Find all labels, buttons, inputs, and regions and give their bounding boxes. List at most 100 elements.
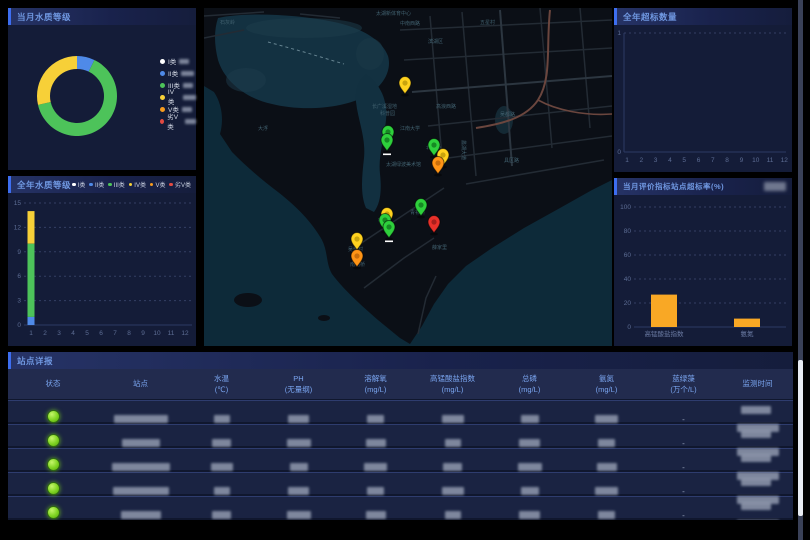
legend-item[interactable]: II类 [89,180,104,189]
cell-station [98,458,183,476]
page-scrollbar[interactable] [798,0,803,540]
cell-value [260,458,337,476]
city-map[interactable]: 石灰岭太湖新体育中心中南西路滨湖区五星村大浮长广溪湿地科普园高浪西路江南大学北区… [204,8,612,346]
pin-center [440,152,445,157]
pin-center [418,202,423,207]
redacted-corner-tag[interactable] [764,182,786,191]
x-tick: 11 [767,157,774,164]
map-shallow [356,38,384,70]
map-islet [318,315,330,321]
cell-value [414,410,491,428]
panel-monthly-rate: 020406080100高锰酸盐指数氨氮 当月评价指标站点超标率(%) [614,178,792,346]
column-header: 氨氮(mg/L) [568,373,645,396]
map-shallow [226,68,266,92]
map-place-label: 长广溪湿地 [372,103,397,110]
redacted-value [595,487,618,495]
marker-selected-underline [383,154,391,156]
redacted-value [741,478,771,486]
cell-value [414,482,491,500]
redacted-value [287,511,311,519]
legend-item[interactable]: II类 [160,67,196,79]
rate-bar[interactable] [651,295,677,327]
panel-header: 当月水质等级 [8,8,196,25]
panel-header: 站点详报 [8,352,793,369]
legend-dot [129,183,133,187]
legend-label: 劣V类 [167,111,182,131]
donut-slice[interactable] [37,56,77,105]
station-table-panel: 站点详报 状态站点水温(℃)PH(无量纲)溶解氧(mg/L)高锰酸盐指数(mg/… [8,352,793,520]
cell-value [183,410,260,428]
column-header: 水温(℃) [183,373,260,396]
redacted-value [366,439,386,447]
cell-value [568,506,645,520]
map-place-label: 高浪西路 [436,103,456,110]
y-tick: 15 [14,200,22,207]
map-place-label: 吴都路 [500,111,515,118]
panel-yearly-water-grade: 03691215123456789101112 全年水质等级 I类II类III类… [8,176,196,346]
cell-value [568,482,645,500]
legend-item[interactable]: 劣V类 [160,115,196,127]
redacted-value [114,415,168,423]
stacked-bar-segment[interactable] [28,317,35,325]
cell-station [98,482,183,500]
column-header: 高锰酸盐指数(mg/L) [414,373,491,396]
legend-item[interactable]: IV类 [160,91,196,103]
page-scrollbar-thumb[interactable] [798,360,803,516]
cell-value [491,458,568,476]
legend-item[interactable]: III类 [108,180,125,189]
x-tick: 10 [153,330,161,337]
map-place-label: 薛家里 [432,244,447,251]
redacted-value [443,463,462,471]
panel-header: 全年超标数量 [614,8,792,25]
legend-label: IV类 [134,180,146,189]
donut-legend: I类II类III类IV类V类劣V类 [160,55,196,127]
table-row[interactable]: - [8,400,793,422]
cell-value [414,434,491,452]
status-ok-icon [47,482,60,495]
cell-value [183,434,260,452]
redacted-value [288,415,309,423]
redacted-value [597,463,617,471]
status-ok-icon [47,506,60,519]
redacted-value [521,415,539,423]
x-tick: 8 [127,330,131,337]
map-place-label: 江南大学 [400,125,420,132]
redacted-value [212,511,231,519]
x-tick: 3 [654,157,658,164]
cell-station [98,434,183,452]
cell-value [491,506,568,520]
map-panel[interactable]: 石灰岭太湖新体育中心中南西路滨湖区五星村大浮长广溪湿地科普园高浪西路江南大学北区… [204,8,612,346]
stacked-bar-segment[interactable] [28,211,35,244]
legend-label: IV类 [168,89,180,106]
legend-item[interactable]: IV类 [129,180,146,189]
cell-station [98,506,183,520]
x-tick: 1 [29,330,33,337]
panel-title: 当月评价指标站点超标率(%) [623,181,724,192]
cell-value [337,506,414,520]
column-header: PH(无量纲) [260,373,337,396]
redacted-value [445,511,461,519]
redacted-value [521,487,539,495]
redacted-value [181,71,194,76]
legend-item[interactable]: V类 [150,180,166,189]
legend-item[interactable]: I类 [72,180,85,189]
redacted-value [112,463,170,471]
cell-algae: - [645,511,722,520]
cell-status [8,458,98,476]
legend-item[interactable]: I类 [160,55,196,67]
stacked-bar-segment[interactable] [28,244,35,317]
cell-value [183,458,260,476]
legend-label: V类 [155,180,165,189]
exceedance-chart: 10123456789101112 [614,8,792,172]
panel-title: 站点详报 [17,355,53,367]
x-tick: 1 [625,157,629,164]
legend-label: II类 [168,68,178,78]
cell-value [260,410,337,428]
y-tick: 20 [624,300,632,307]
map-place-label: 中南西路 [400,20,420,27]
cell-value [337,410,414,428]
rate-bar[interactable] [734,319,760,327]
column-header: 状态 [8,378,98,389]
x-tick: 5 [682,157,686,164]
legend-item[interactable]: 劣V类 [169,180,191,189]
